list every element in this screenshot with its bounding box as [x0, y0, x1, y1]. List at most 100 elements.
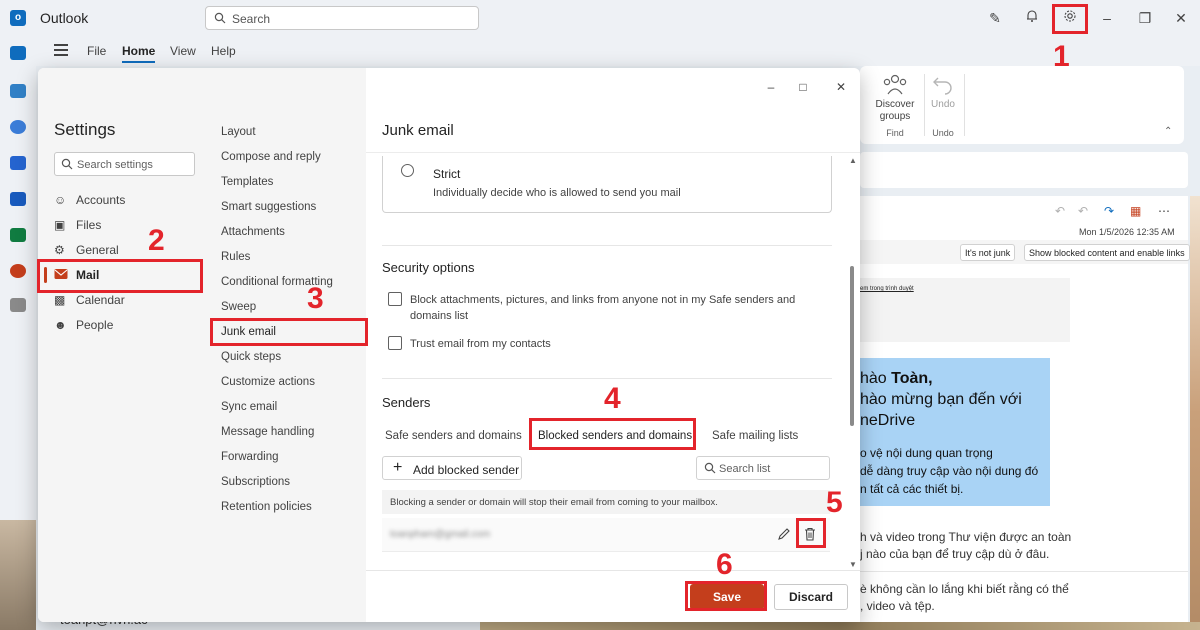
groups-icon	[883, 74, 907, 95]
step-1-highlight	[1052, 4, 1088, 34]
discover-groups-button[interactable]: Discover groups Find	[872, 66, 918, 144]
apps-icon[interactable]: ▦	[1130, 204, 1141, 218]
mail-nav-message-handling[interactable]: Message handling	[221, 426, 314, 438]
body-line: h và video trong Thư viện được an toàn	[860, 530, 1072, 544]
desktop-wallpaper	[0, 520, 36, 630]
mail-nav-layout[interactable]: Layout	[221, 126, 256, 138]
mail-nav-sync-email[interactable]: Sync email	[221, 401, 277, 413]
discard-button[interactable]: Discard	[774, 584, 848, 610]
not-junk-button[interactable]: It's not junk	[960, 244, 1016, 261]
mail-nav-forwarding[interactable]: Forwarding	[221, 451, 279, 463]
tab-safe-senders[interactable]: Safe senders and domains	[385, 430, 522, 442]
tab-safe-mailing-lists[interactable]: Safe mailing lists	[712, 430, 798, 442]
mail-nav-rules[interactable]: Rules	[221, 251, 250, 263]
dialog-close-icon[interactable]: ✕	[834, 80, 848, 94]
mail-nav-compose[interactable]: Compose and reply	[221, 151, 321, 163]
word-app-icon[interactable]	[10, 192, 26, 206]
bell-icon[interactable]	[1023, 9, 1041, 27]
menu-icon[interactable]	[54, 44, 68, 56]
body-line: j nào của bạn để truy cập dù ở đâu.	[860, 547, 1050, 561]
footer-divider	[366, 570, 860, 571]
excel-app-icon[interactable]	[10, 228, 26, 242]
mail-app-icon[interactable]	[10, 46, 26, 60]
notes-icon[interactable]: ✎	[986, 9, 1004, 27]
app-title: Outlook	[40, 10, 89, 26]
step-2-highlight	[37, 259, 203, 293]
block-attachments-checkbox[interactable]	[388, 292, 402, 306]
top-search-input[interactable]: Search	[205, 6, 479, 30]
junk-email-title: Junk email	[382, 122, 454, 139]
todo-app-icon[interactable]	[10, 156, 26, 170]
step-3-highlight	[210, 318, 368, 346]
minimize-icon[interactable]: –	[1098, 9, 1116, 27]
reading-pane: ↶ ↶ ↷ ▦ ⋯ Mon 1/5/2026 12:35 AM It's not…	[860, 196, 1190, 630]
blocked-sender-email: toanpham@gmail.com	[390, 529, 491, 540]
strict-label: Strict	[433, 167, 461, 181]
senders-title: Senders	[382, 395, 431, 410]
mail-nav-retention-policies[interactable]: Retention policies	[221, 501, 312, 513]
nav-accounts-label: Accounts	[76, 193, 126, 207]
title-bar: o Outlook Search ✎ – ❐ ✕	[0, 0, 1200, 36]
message-date: Mon 1/5/2026 12:35 AM	[1079, 227, 1175, 237]
mail-nav-subscriptions[interactable]: Subscriptions	[221, 476, 290, 488]
gear-icon: ⚙	[54, 243, 65, 257]
powerpoint-app-icon[interactable]	[10, 264, 26, 278]
ribbon-tabs: File Home View Help	[36, 36, 1200, 66]
settings-title: Settings	[54, 120, 116, 139]
restore-icon[interactable]: ❐	[1136, 9, 1154, 27]
undo-label: Undo	[931, 99, 955, 110]
calendar-app-icon[interactable]	[10, 84, 26, 98]
tab-home[interactable]: Home	[122, 44, 156, 63]
show-blocked-content-button[interactable]: Show blocked content and enable links	[1024, 244, 1190, 261]
forward-icon[interactable]: ↷	[1104, 204, 1114, 218]
person-icon: ☺	[54, 193, 67, 207]
scroll-down-icon[interactable]: ▼	[849, 560, 857, 569]
strict-description: Individually decide who is allowed to se…	[433, 187, 681, 199]
tab-file[interactable]: File	[87, 44, 106, 58]
desktop-wallpaper	[1190, 196, 1200, 630]
add-blocked-sender-label: Add blocked sender	[413, 463, 520, 477]
tab-help[interactable]: Help	[211, 44, 236, 58]
people-app-icon[interactable]	[10, 120, 26, 134]
undo-button[interactable]: Undo Undo	[928, 66, 958, 144]
search-icon	[61, 158, 73, 170]
nav-general-label: General	[76, 243, 119, 257]
scroll-up-icon[interactable]: ▲	[849, 156, 857, 165]
dialog-minimize-icon[interactable]: –	[764, 80, 778, 94]
scrollbar-thumb[interactable]	[850, 266, 854, 426]
step-number-5: 5	[826, 486, 843, 519]
settings-search-input[interactable]: Search settings	[54, 152, 195, 176]
reading-toolbar	[860, 152, 1188, 188]
block-attachments-line-2: domains list	[410, 310, 469, 322]
edit-pencil-icon[interactable]	[776, 526, 792, 542]
panel-scrollbar[interactable]: ▲ ▼	[848, 156, 857, 570]
more-apps-icon[interactable]	[10, 298, 26, 312]
blocking-info-bar: Blocking a sender or domain will stop th…	[382, 490, 830, 514]
view-in-browser-link[interactable]: em trong trình duyệt	[860, 286, 914, 292]
title-divider	[366, 152, 860, 153]
find-group-label: Find	[886, 128, 904, 138]
mail-nav-customize-actions[interactable]: Customize actions	[221, 376, 315, 388]
step-number-1: 1	[1053, 40, 1070, 73]
mail-nav-templates[interactable]: Templates	[221, 176, 273, 188]
add-blocked-sender-button[interactable]: + Add blocked sender	[382, 456, 522, 480]
welcome-banner: hào Toàn, hào mừng bạn đến với neDrive o…	[860, 358, 1050, 506]
tab-view[interactable]: View	[170, 44, 196, 58]
mail-nav-sweep[interactable]: Sweep	[221, 301, 256, 313]
collapse-ribbon-icon[interactable]: ⌃	[1164, 126, 1172, 137]
step-number-6: 6	[716, 548, 733, 581]
close-window-icon[interactable]: ✕	[1172, 9, 1190, 27]
strict-radio[interactable]	[401, 164, 414, 177]
strict-option-card[interactable]: Strict Individually decide who is allowe…	[382, 156, 832, 213]
mail-nav-quick-steps[interactable]: Quick steps	[221, 351, 281, 363]
mail-nav-smart-suggestions[interactable]: Smart suggestions	[221, 201, 316, 213]
outlook-logo-icon: o	[10, 10, 26, 26]
search-list-input[interactable]: Search list	[696, 456, 830, 480]
reply-icon[interactable]: ↶	[1055, 204, 1065, 218]
trust-contacts-checkbox[interactable]	[388, 336, 402, 350]
mail-nav-attachments[interactable]: Attachments	[221, 226, 285, 238]
more-options-icon[interactable]: ⋯	[1158, 204, 1170, 218]
body-divider	[860, 571, 1188, 572]
reply-all-icon[interactable]: ↶	[1078, 204, 1088, 218]
dialog-maximize-icon[interactable]: □	[796, 80, 810, 94]
